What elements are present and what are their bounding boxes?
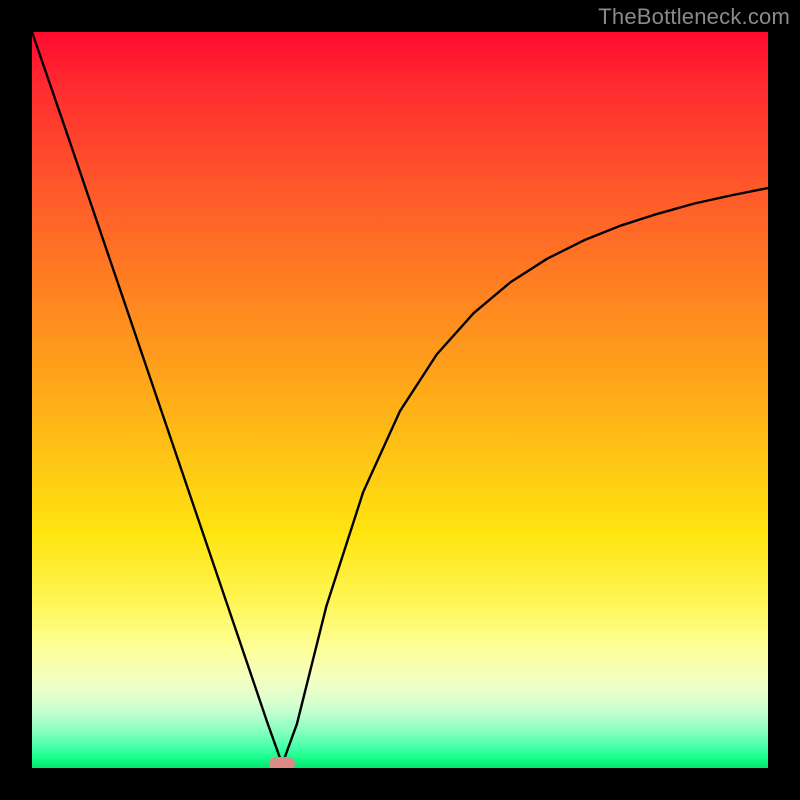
chart-frame: TheBottleneck.com bbox=[0, 0, 800, 800]
plot-area bbox=[32, 32, 768, 768]
bottleneck-curve bbox=[32, 32, 768, 768]
optimal-point-marker bbox=[269, 757, 295, 768]
watermark-text: TheBottleneck.com bbox=[598, 4, 790, 30]
